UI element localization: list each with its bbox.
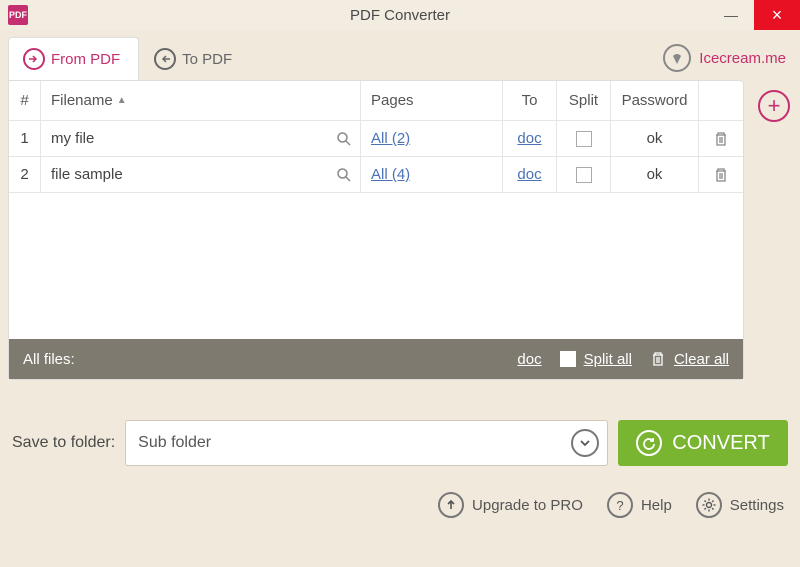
split-checkbox[interactable] [576, 167, 592, 183]
settings-link[interactable]: Settings [696, 492, 784, 518]
to-pdf-icon [154, 48, 176, 70]
row-filename: my file [41, 121, 361, 156]
help-link[interactable]: ? Help [607, 492, 672, 518]
table-header: # Filename ▲ Pages To Split Password [9, 81, 743, 121]
from-pdf-icon [23, 48, 45, 70]
tab-to-pdf-label: To PDF [182, 51, 232, 68]
titlebar: PDF PDF Converter — × [0, 0, 800, 30]
window-controls: — × [708, 0, 800, 30]
panel-footer: All files: doc Split all Clear all [9, 339, 743, 379]
split-all-link[interactable]: Split all [584, 351, 632, 368]
convert-button[interactable]: CONVERT [618, 420, 788, 466]
folder-dropdown-icon[interactable] [571, 429, 599, 457]
file-table-panel: # Filename ▲ Pages To Split Password 1 m… [8, 80, 744, 380]
tabs-row: From PDF To PDF Icecream.me [0, 30, 800, 80]
minimize-button[interactable]: — [708, 0, 754, 30]
add-file-button[interactable]: + [758, 90, 790, 122]
tab-to-pdf[interactable]: To PDF [139, 37, 251, 80]
pages-link[interactable]: All (2) [371, 130, 410, 147]
tab-from-pdf-label: From PDF [51, 51, 120, 68]
all-format-link[interactable]: doc [517, 351, 541, 368]
trash-icon [650, 351, 666, 367]
help-icon: ? [607, 492, 633, 518]
bottom-row: Upgrade to PRO ? Help Settings [0, 492, 800, 518]
table-row: 2 file sample All (4) doc ok [9, 157, 743, 193]
format-link[interactable]: doc [517, 166, 541, 183]
sort-asc-icon: ▲ [117, 95, 127, 106]
table-row: 1 my file All (2) doc ok [9, 121, 743, 157]
gear-icon [696, 492, 722, 518]
save-folder-value: Sub folder [138, 434, 211, 452]
convert-label: CONVERT [672, 432, 769, 455]
format-link[interactable]: doc [517, 130, 541, 147]
save-folder-input[interactable]: Sub folder [125, 420, 608, 466]
split-checkbox[interactable] [576, 131, 592, 147]
tab-from-pdf[interactable]: From PDF [8, 37, 139, 80]
save-folder-label: Save to folder: [12, 434, 115, 452]
header-pages[interactable]: Pages [361, 81, 503, 120]
all-files-label: All files: [23, 351, 75, 368]
window-title: PDF Converter [350, 7, 450, 24]
upgrade-icon [438, 492, 464, 518]
upgrade-link[interactable]: Upgrade to PRO [438, 492, 583, 518]
header-password[interactable]: Password [611, 81, 699, 120]
header-to[interactable]: To [503, 81, 557, 120]
header-delete [699, 81, 743, 120]
header-split[interactable]: Split [557, 81, 611, 120]
trash-icon[interactable] [713, 131, 729, 147]
trash-icon[interactable] [713, 167, 729, 183]
password-status: ok [611, 121, 699, 156]
brand-label: Icecream.me [699, 50, 786, 67]
preview-icon[interactable] [336, 167, 352, 183]
split-all-checkbox[interactable] [560, 351, 576, 367]
app-logo: PDF [8, 5, 28, 25]
header-filename[interactable]: Filename ▲ [41, 81, 361, 120]
icecream-icon [663, 44, 691, 72]
save-row: Save to folder: Sub folder CONVERT [0, 420, 800, 466]
clear-all-link[interactable]: Clear all [674, 351, 729, 368]
password-status: ok [611, 157, 699, 192]
header-num[interactable]: # [9, 81, 41, 120]
convert-icon [636, 430, 662, 456]
row-filename: file sample [41, 157, 361, 192]
close-button[interactable]: × [754, 0, 800, 30]
preview-icon[interactable] [336, 131, 352, 147]
row-number: 1 [9, 121, 41, 156]
pages-link[interactable]: All (4) [371, 166, 410, 183]
row-number: 2 [9, 157, 41, 192]
brand-link[interactable]: Icecream.me [663, 44, 786, 80]
